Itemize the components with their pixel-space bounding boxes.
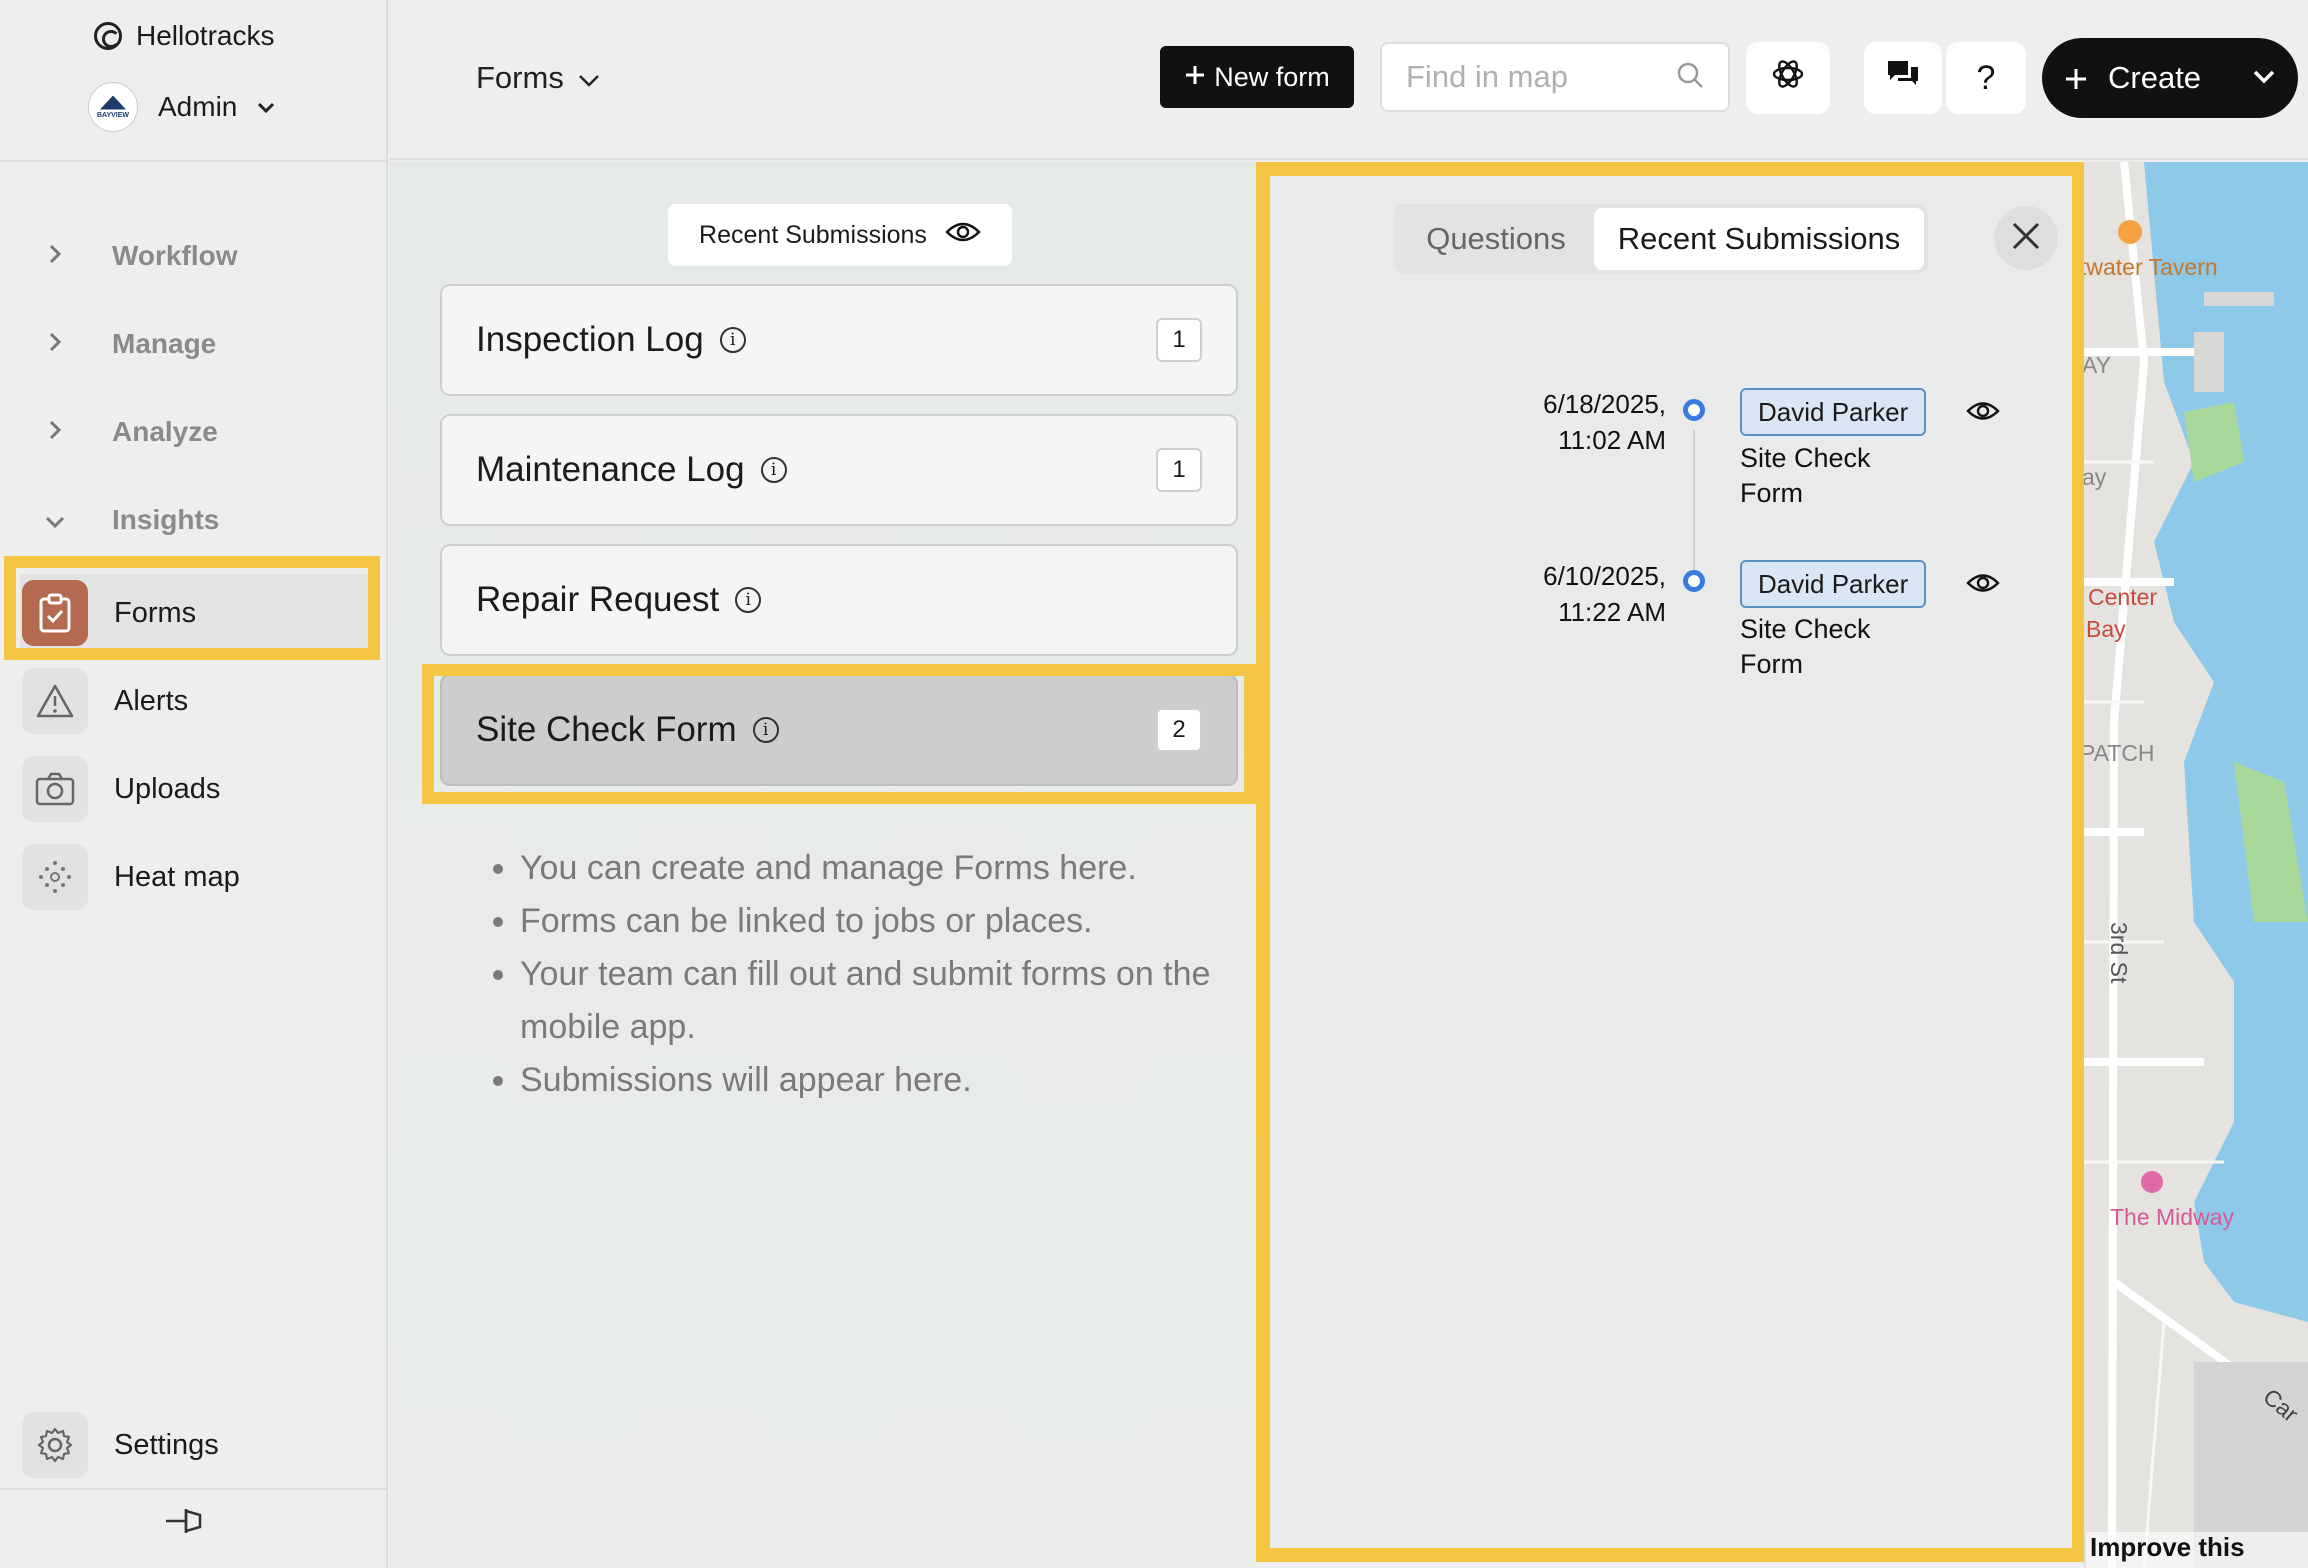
help-label: ? [1976,58,1996,97]
create-label: Create [2108,60,2202,95]
avatar-text: BAYVIEW [96,111,130,119]
sidebar-item-settings[interactable]: Settings [20,1406,370,1484]
create-button[interactable]: Create [2042,38,2298,118]
list-item: Submissions will appear here. [520,1054,1226,1107]
sidebar: Hellotracks BAYVIEW Admin Workflow Manag… [0,0,388,1568]
submission-count-badge: 1 [1156,448,1202,492]
nav-group-workflow[interactable]: Workflow [38,240,237,272]
map-search[interactable] [1380,42,1730,112]
sidebar-item-alerts[interactable]: Alerts [20,662,370,740]
pin-sidebar-icon[interactable] [164,1506,204,1545]
sidebar-item-label: Settings [114,1428,219,1461]
forms-help-list: You can create and manage Forms here. Fo… [496,842,1226,1107]
sidebar-item-uploads[interactable]: Uploads [20,750,370,828]
search-input[interactable] [1406,59,1666,95]
avatar: BAYVIEW [88,82,138,132]
map-label: 3rd St [2106,922,2132,984]
brand-name: Hellotracks [136,20,275,51]
breadcrumb[interactable]: Forms [476,60,600,96]
map-label: The Midway [2110,1204,2234,1230]
form-name: Repair Request [476,580,720,619]
ai-knot-icon [1770,56,1806,101]
highlight-site-check-form [422,664,1256,804]
map-label: AY [2084,352,2111,378]
search-icon [1676,61,1704,94]
improve-map-link[interactable]: Improve this map [2086,1532,2308,1568]
submission-count-badge: 1 [1156,318,1202,362]
chat-bubbles-icon [1886,59,1920,98]
map-label: Bay [2086,616,2126,642]
map-label: Center [2088,584,2158,610]
eye-icon [945,220,981,251]
divider [0,160,386,162]
form-card-inspection-log[interactable]: Inspection Log i 1 [440,284,1238,396]
recent-submissions-label: Recent Submissions [699,220,927,249]
form-card-maintenance-log[interactable]: Maintenance Log i 1 [440,414,1238,526]
sidebar-item-heat-map[interactable]: Heat map [20,838,370,916]
sidebar-item-label: Uploads [114,772,221,805]
info-icon[interactable]: i [719,327,746,353]
chevron-right-icon [38,240,72,272]
nav-group-label: Insights [112,504,220,535]
nav-group-insights[interactable]: Insights [38,504,219,536]
chevron-down-icon [38,504,72,536]
map-label: ay [2084,464,2107,490]
new-form-label: New form [1214,61,1330,92]
ai-assistant-button[interactable] [1746,42,1830,114]
chat-button[interactable] [1864,42,1942,114]
chevron-down-icon [257,94,275,120]
heatmap-dots-icon [22,844,88,910]
chevron-right-icon [38,328,72,360]
plus-icon [1184,62,1206,93]
forms-panel: Recent Submissions Inspection Log i 1 Ma… [390,162,1256,1568]
gear-icon [22,1412,88,1478]
top-bar: Forms New form ? Create [390,0,2308,160]
brand[interactable]: Hellotracks [94,20,274,52]
list-item: Forms can be linked to jobs or places. [520,895,1226,948]
list-item: Your team can fill out and submit forms … [520,948,1226,1054]
account-switcher[interactable]: BAYVIEW Admin [88,82,275,132]
form-name: Maintenance Log [476,450,745,489]
highlight-forms-nav [4,556,380,660]
nav-group-manage[interactable]: Manage [38,328,216,360]
account-name: Admin [158,91,238,122]
info-icon[interactable]: i [735,587,762,613]
sidebar-item-label: Heat map [114,860,240,893]
camera-icon [22,756,88,822]
map-label: twater Tavern [2084,254,2218,280]
breadcrumb-label: Forms [476,60,564,95]
map-label: PATCH [2084,740,2155,766]
highlight-submissions-panel [1256,162,2086,1562]
sidebar-item-label: Alerts [114,684,189,717]
bayview-logo-icon [100,95,126,110]
new-form-button[interactable]: New form [1160,46,1354,108]
nav-group-label: Workflow [112,240,238,271]
form-card-repair-request[interactable]: Repair Request i [440,544,1238,656]
divider [0,1488,386,1490]
help-button[interactable]: ? [1946,42,2026,114]
recent-submissions-toggle[interactable]: Recent Submissions [668,204,1012,266]
form-name: Inspection Log [476,320,704,359]
nav-group-analyze[interactable]: Analyze [38,416,218,448]
chevron-down-icon [2252,64,2276,92]
warning-icon [22,668,88,734]
nav-group-label: Analyze [112,416,218,447]
hellotracks-logo-icon [94,22,122,50]
map-view[interactable]: twater Tavern AY ay Center Bay PATCH 3rd… [2084,162,2308,1568]
chevron-right-icon [38,416,72,448]
list-item: You can create and manage Forms here. [520,842,1226,895]
nav-group-label: Manage [112,328,217,359]
chevron-down-icon [578,60,600,96]
info-icon[interactable]: i [760,457,787,483]
plus-icon [2064,58,2088,98]
